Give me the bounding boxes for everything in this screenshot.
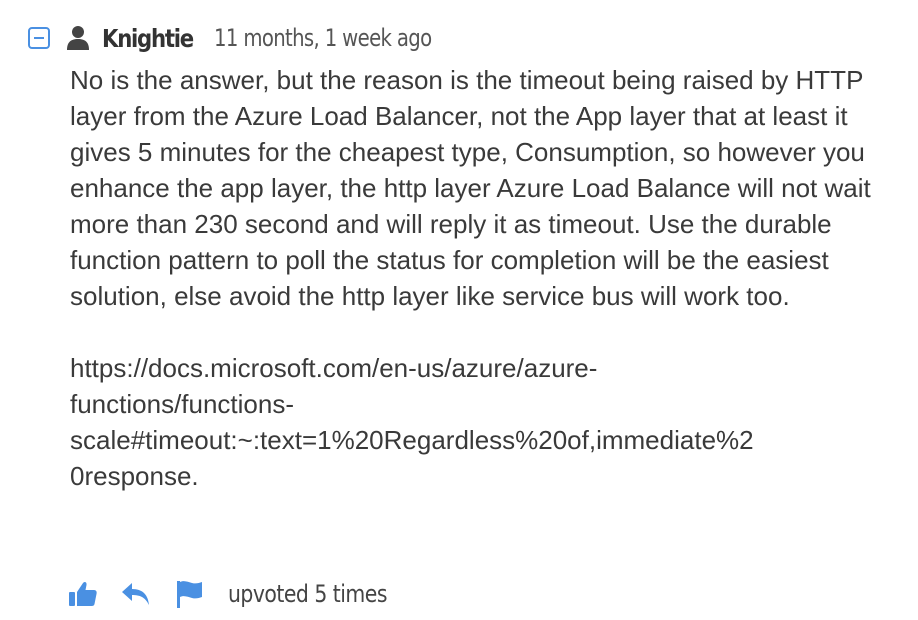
thumbs-up-icon[interactable] xyxy=(68,579,98,609)
user-icon xyxy=(67,26,89,50)
comment-text: No is the answer, but the reason is the … xyxy=(70,65,878,311)
comment-timestamp: 11 months, 1 week ago xyxy=(214,24,432,52)
comment: Knightie 11 months, 1 week ago No is the… xyxy=(0,0,918,620)
link-line: https://docs.microsoft.com/en-us/azure/a… xyxy=(70,353,598,383)
comment-link[interactable]: https://docs.microsoft.com/en-us/azure/a… xyxy=(70,350,890,494)
comment-header: Knightie 11 months, 1 week ago xyxy=(28,18,479,58)
comment-body: No is the answer, but the reason is the … xyxy=(70,62,890,494)
link-line: functions/functions- xyxy=(70,389,295,419)
link-line: 0response. xyxy=(70,461,199,491)
upvote-count: upvoted 5 times xyxy=(228,580,387,608)
comment-author[interactable]: Knightie xyxy=(102,24,194,53)
flag-icon[interactable] xyxy=(174,579,204,609)
minus-square-icon[interactable] xyxy=(28,27,50,49)
comment-actions: upvoted 5 times xyxy=(68,574,415,614)
link-line: scale#timeout:~:text=1%20Regardless%20of… xyxy=(70,425,754,455)
reply-icon[interactable] xyxy=(120,579,152,609)
